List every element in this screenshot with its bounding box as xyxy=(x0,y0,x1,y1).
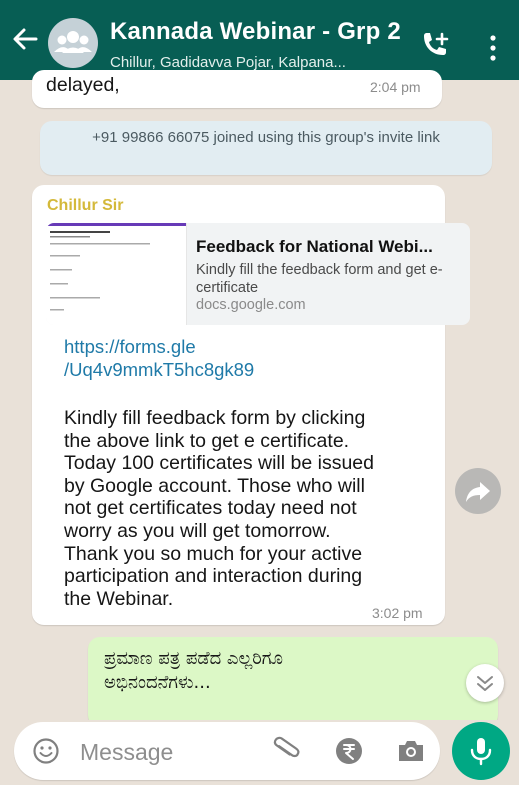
payment-rupee-icon[interactable] xyxy=(334,736,364,766)
forward-icon xyxy=(466,482,490,502)
link-preview-title: Feedback for National Webi... xyxy=(196,237,433,256)
link-preview-card[interactable]: Feedback for National Webi... Kindly fil… xyxy=(46,223,470,325)
microphone-icon xyxy=(470,738,492,766)
message-line: not get certificates today need not xyxy=(64,497,357,520)
chat-header: Kannada Webinar - Grp 2 Chillur, Gadidav… xyxy=(0,0,519,80)
message-line: ಪ್ರಮಾಣ ಪತ್ರ ಪಡೆದ ಎಲ್ಲರಿಗೂ xyxy=(104,648,284,669)
chat-subtitle[interactable]: Chillur, Gadidavva Pojar, Kalpana... xyxy=(110,54,410,71)
double-chevron-down-icon xyxy=(477,676,493,691)
link-preview-description: Kindly fill the feedback form and get e-… xyxy=(196,262,443,296)
form-thumbnail-icon xyxy=(46,223,186,311)
message-compose-box[interactable] xyxy=(14,722,440,780)
message-text: Kindly fill feedback form by clicking th… xyxy=(64,407,464,610)
message-line: worry as you will get tomorrow. xyxy=(64,519,331,542)
system-message: +91 99866 66075 joined using this group'… xyxy=(40,121,492,175)
message-input-bar xyxy=(0,720,519,784)
message-link[interactable]: https://forms.gle /Uq4v9mmkT5hc8gk89 xyxy=(64,335,364,381)
message-line: by Google account. Those who will xyxy=(64,474,365,497)
scroll-to-bottom-button[interactable] xyxy=(466,664,504,702)
message-link-line[interactable]: /Uq4v9mmkT5hc8gk89 xyxy=(64,358,364,381)
attach-icon[interactable] xyxy=(271,736,301,766)
more-options-icon[interactable] xyxy=(484,32,502,64)
add-call-icon[interactable] xyxy=(418,30,454,62)
message-bubble-partial[interactable]: delayed, 2:04 pm xyxy=(32,70,442,108)
voice-record-button[interactable] xyxy=(452,722,510,780)
chat-area: delayed, 2:04 pm +91 99866 66075 joined … xyxy=(0,70,519,727)
forward-button[interactable] xyxy=(455,468,501,514)
camera-icon[interactable] xyxy=(396,738,426,764)
message-bubble-incoming[interactable]: Chillur Sir Feedback for National Webi..… xyxy=(32,185,470,625)
message-line: the above link to get e certificate. xyxy=(64,429,350,452)
message-line: Today 100 certificates will be issued xyxy=(64,452,374,475)
message-time: 3:02 pm xyxy=(372,605,423,621)
link-preview-thumbnail xyxy=(46,223,187,325)
group-avatar[interactable] xyxy=(48,18,98,68)
message-time: 2:04 pm xyxy=(370,79,421,95)
sender-name[interactable]: Chillur Sir xyxy=(47,197,123,215)
message-link-line[interactable]: https://forms.gle xyxy=(64,335,364,358)
message-text: ಪ್ರಮಾಣ ಪತ್ರ ಪಡೆದ ಎಲ್ಲರಿಗೂ ಅಭಿನಂದನೆಗಳು... xyxy=(104,647,404,695)
message-line: ಅಭಿನಂದನೆಗಳು... xyxy=(104,672,211,693)
back-arrow-icon[interactable] xyxy=(10,24,40,54)
message-bubble-outgoing[interactable]: ಪ್ರಮಾಣ ಪತ್ರ ಪಡೆದ ಎಲ್ಲರಿಗೂ ಅಭಿನಂದನೆಗಳು... xyxy=(88,637,498,727)
message-text: delayed, xyxy=(46,74,120,96)
message-input[interactable] xyxy=(78,734,262,770)
message-line: Thank you so much for your active xyxy=(64,542,363,565)
chat-title[interactable]: Kannada Webinar - Grp 2 xyxy=(110,18,401,46)
message-line: participation and interaction during xyxy=(64,565,363,588)
system-message-text: +91 99866 66075 joined using this group'… xyxy=(92,129,440,146)
emoji-icon[interactable] xyxy=(32,737,60,765)
link-preview-domain: docs.google.com xyxy=(196,297,306,313)
group-icon xyxy=(54,31,92,53)
message-line: Kindly fill feedback form by clicking xyxy=(64,407,366,429)
